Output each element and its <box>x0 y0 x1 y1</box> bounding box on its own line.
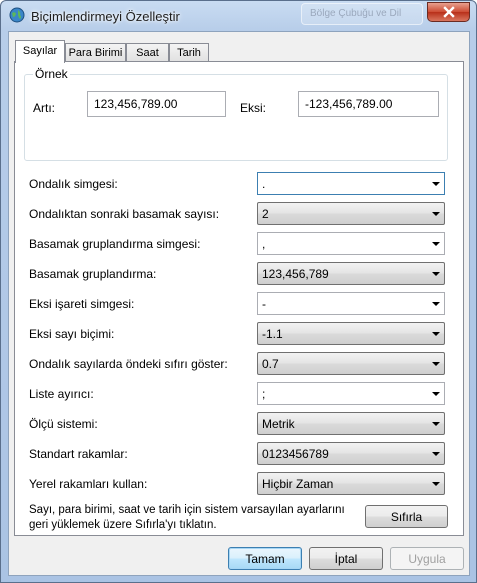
list-separator-combo[interactable]: ; <box>257 382 445 405</box>
sample-group: Örnek Artı: 123,456,789.00 Eksi: -123,45… <box>24 67 448 161</box>
setting-row-digit-grouping: Basamak gruplandırma: 123,456,789 <box>29 262 449 286</box>
decimal-symbol-label: Ondalık simgesi: <box>29 177 118 191</box>
setting-row-list-separator: Liste ayırıcı: ; <box>29 382 449 406</box>
dropdown-arrow-icon[interactable] <box>432 392 440 396</box>
setting-row-standard-digits: Standart rakamlar: 0123456789 <box>29 442 449 466</box>
negative-label: Eksi: <box>240 101 267 115</box>
dropdown-arrow-icon[interactable] <box>432 422 440 426</box>
digit-grouping-select[interactable]: 123,456,789 <box>257 262 445 285</box>
negative-sample-field: -123,456,789.00 <box>298 91 439 117</box>
tab-currency[interactable]: Para Birimi <box>65 43 126 62</box>
combo-value: Hiçbir Zaman <box>262 477 334 491</box>
combo-value: 123,456,789 <box>262 267 329 281</box>
dropdown-arrow-icon[interactable] <box>432 452 440 456</box>
leading-zero-label: Ondalık sayılarda öndeki sıfırı göster: <box>29 357 228 371</box>
dropdown-arrow-icon[interactable] <box>432 482 440 486</box>
combo-value: Metrik <box>262 417 295 431</box>
close-icon <box>442 6 455 18</box>
positive-label: Artı: <box>33 101 56 115</box>
background-window-tab: Bölge Çubuğu ve Dil <box>301 3 423 25</box>
negative-format-label: Eksi sayı biçimi: <box>29 327 115 341</box>
leading-zero-select[interactable]: 0.7 <box>257 352 445 375</box>
globe-icon <box>9 7 25 23</box>
tab-time[interactable]: Saat <box>126 43 169 62</box>
dropdown-arrow-icon[interactable] <box>432 302 440 306</box>
tab-label: Tarih <box>177 47 201 59</box>
combo-value: 0123456789 <box>262 447 329 461</box>
measurement-select[interactable]: Metrik <box>257 412 445 435</box>
setting-row-negative-format: Eksi sayı biçimi: -1.1 <box>29 322 449 346</box>
combo-value: 2 <box>262 207 269 221</box>
combo-value: - <box>262 297 266 311</box>
standard-digits-select[interactable]: 0123456789 <box>257 442 445 465</box>
reset-button[interactable]: Sıfırla <box>365 505 448 528</box>
reset-instructions: Sayı, para birimi, saat ve tarih için si… <box>29 504 345 531</box>
customize-format-window: Biçimlendirmeyi Özelleştir Bölge Çubuğu … <box>0 0 477 583</box>
tab-label: Saat <box>136 47 159 59</box>
button-label: Sıfırla <box>390 510 423 524</box>
combo-value: . <box>262 177 266 191</box>
decimal-digits-label: Ondalıktan sonraki basamak sayısı: <box>29 207 220 221</box>
native-digits-select[interactable]: Hiçbir Zaman <box>257 472 445 495</box>
negative-format-select[interactable]: -1.1 <box>257 322 445 345</box>
decimal-symbol-combo[interactable]: . <box>257 172 445 195</box>
tab-numbers[interactable]: Sayılar <box>15 40 65 63</box>
setting-row-leading-zero: Ondalık sayılarda öndeki sıfırı göster: … <box>29 352 449 376</box>
negative-sign-label: Eksi işareti simgesi: <box>29 297 135 311</box>
button-label: İptal <box>334 552 358 566</box>
tab-date[interactable]: Tarih <box>169 43 209 62</box>
dropdown-arrow-icon[interactable] <box>432 272 440 276</box>
window-title: Biçimlendirmeyi Özelleştir <box>31 9 180 24</box>
dropdown-arrow-icon[interactable] <box>432 182 440 186</box>
setting-row-grouping-symbol: Basamak gruplandırma simgesi: , <box>29 232 449 256</box>
combo-value: , <box>262 237 266 251</box>
button-label: Uygula <box>408 552 446 566</box>
positive-sample-field: 123,456,789.00 <box>87 91 226 117</box>
digit-grouping-label: Basamak gruplandırma: <box>29 267 157 281</box>
native-digits-label: Yerel rakamları kullan: <box>29 477 148 491</box>
tab-label: Para Birimi <box>68 47 123 59</box>
setting-row-decimal-digits: Ondalıktan sonraki basamak sayısı: 2 <box>29 202 449 226</box>
grouping-symbol-combo[interactable]: , <box>257 232 445 255</box>
setting-row-measurement: Ölçü sistemi: Metrik <box>29 412 449 436</box>
combo-value: ; <box>262 387 266 401</box>
cancel-button[interactable]: İptal <box>309 547 383 570</box>
dropdown-arrow-icon[interactable] <box>432 332 440 336</box>
ok-button[interactable]: Tamam <box>228 547 302 570</box>
setting-row-native-digits: Yerel rakamları kullan: Hiçbir Zaman <box>29 472 449 496</box>
measurement-label: Ölçü sistemi: <box>29 417 98 431</box>
apply-button: Uygula <box>390 547 464 570</box>
decimal-digits-select[interactable]: 2 <box>257 202 445 225</box>
list-separator-label: Liste ayırıcı: <box>29 387 94 401</box>
dialog-body: Sayılar Para Birimi Saat Tarih Örnek Art… <box>8 31 470 576</box>
setting-row-decimal-symbol: Ondalık simgesi: . <box>29 172 449 196</box>
dropdown-arrow-icon[interactable] <box>432 242 440 246</box>
grouping-symbol-label: Basamak gruplandırma simgesi: <box>29 237 201 251</box>
standard-digits-label: Standart rakamlar: <box>29 447 128 461</box>
sample-group-title: Örnek <box>33 67 70 81</box>
title-bar[interactable]: Biçimlendirmeyi Özelleştir Bölge Çubuğu … <box>1 1 476 31</box>
combo-value: 0.7 <box>262 357 279 371</box>
tab-label: Sayılar <box>22 45 58 57</box>
combo-value: -1.1 <box>262 327 283 341</box>
dropdown-arrow-icon[interactable] <box>432 212 440 216</box>
close-button[interactable] <box>427 2 470 22</box>
dropdown-arrow-icon[interactable] <box>432 362 440 366</box>
setting-row-negative-sign: Eksi işareti simgesi: - <box>29 292 449 316</box>
negative-sign-combo[interactable]: - <box>257 292 445 315</box>
button-label: Tamam <box>245 552 285 566</box>
